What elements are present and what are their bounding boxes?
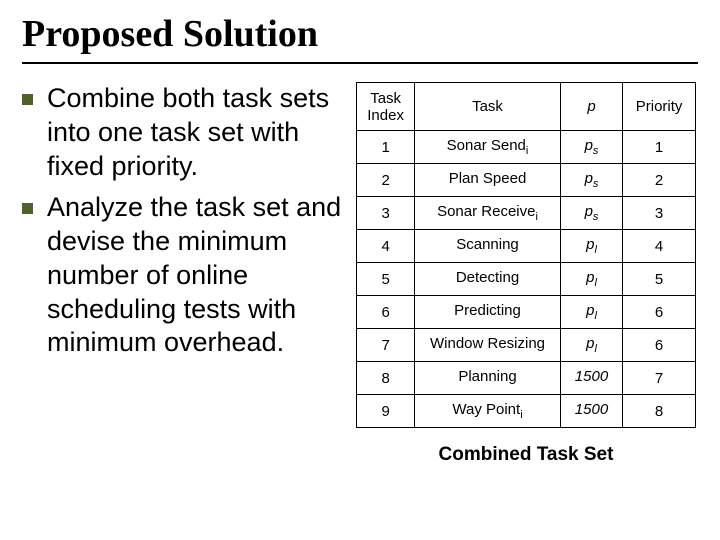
cell-task: Predicting	[415, 296, 561, 329]
cell-priority: 6	[623, 329, 696, 362]
task-sub: i	[535, 211, 537, 223]
p-sub: l	[594, 343, 596, 355]
p-base: p	[585, 137, 593, 154]
task-name: Sonar Receive	[437, 203, 535, 220]
cell-index: 7	[357, 329, 415, 362]
p-sub: l	[594, 310, 596, 322]
cell-priority: 1	[623, 131, 696, 164]
cell-index: 4	[357, 230, 415, 263]
cell-priority: 4	[623, 230, 696, 263]
p-sub: s	[593, 178, 599, 190]
table-caption: Combined Task Set	[439, 444, 614, 466]
cell-p: ps	[560, 131, 622, 164]
p-sub: l	[594, 277, 596, 289]
cell-p: pl	[560, 230, 622, 263]
cell-task: Sonar Receivei	[415, 197, 561, 230]
task-sub: i	[526, 145, 528, 157]
cell-p: ps	[560, 164, 622, 197]
col-task: Task	[415, 83, 561, 131]
slide: Proposed Solution Combine both task sets…	[0, 0, 720, 540]
task-name: Window Resizing	[430, 335, 545, 352]
cell-priority: 7	[623, 362, 696, 395]
p-sub: l	[594, 244, 596, 256]
task-name: Detecting	[456, 269, 519, 286]
task-name: Plan Speed	[449, 170, 527, 187]
list-item: Combine both task sets into one task set…	[22, 82, 342, 183]
cell-priority: 3	[623, 197, 696, 230]
col-priority: Priority	[623, 83, 696, 131]
task-name: Predicting	[454, 302, 521, 319]
cell-task: Scanning	[415, 230, 561, 263]
cell-p: 1500	[560, 362, 622, 395]
task-table: Task Index Task p Priority 1 Sonar Sendi…	[356, 82, 696, 428]
task-name: Planning	[458, 368, 516, 385]
cell-priority: 6	[623, 296, 696, 329]
bullet-text: Analyze the task set and devise the mini…	[47, 191, 342, 360]
cell-index: 2	[357, 164, 415, 197]
p-base: p	[585, 203, 593, 220]
slide-title: Proposed Solution	[22, 12, 698, 64]
cell-task: Window Resizing	[415, 329, 561, 362]
table-column: Task Index Task p Priority 1 Sonar Sendi…	[356, 82, 696, 466]
cell-index: 9	[357, 395, 415, 428]
cell-p: ps	[560, 197, 622, 230]
table-row: 1 Sonar Sendi ps 1	[357, 131, 696, 164]
table-row: 6 Predicting pl 6	[357, 296, 696, 329]
p-plain: 1500	[575, 368, 608, 385]
table-row: 9 Way Pointi 1500 8	[357, 395, 696, 428]
bullet-list: Combine both task sets into one task set…	[22, 82, 342, 360]
task-name: Sonar Send	[447, 137, 526, 154]
col-p: p	[560, 83, 622, 131]
table-row: 5 Detecting pl 5	[357, 263, 696, 296]
list-item: Analyze the task set and devise the mini…	[22, 191, 342, 360]
bullet-square-icon	[22, 203, 33, 214]
p-base: p	[585, 170, 593, 187]
p-plain: 1500	[575, 401, 608, 418]
table-row: 2 Plan Speed ps 2	[357, 164, 696, 197]
task-name: Scanning	[456, 236, 519, 253]
cell-index: 3	[357, 197, 415, 230]
cell-priority: 5	[623, 263, 696, 296]
cell-priority: 2	[623, 164, 696, 197]
cell-p: 1500	[560, 395, 622, 428]
table-body: 1 Sonar Sendi ps 1 2 Plan Speed ps 2 3 S…	[357, 131, 696, 428]
slide-body: Combine both task sets into one task set…	[22, 82, 698, 466]
cell-task: Way Pointi	[415, 395, 561, 428]
bullet-text: Combine both task sets into one task set…	[47, 82, 342, 183]
cell-p: pl	[560, 329, 622, 362]
cell-task: Sonar Sendi	[415, 131, 561, 164]
p-sub: s	[593, 211, 599, 223]
col-task-index: Task Index	[357, 83, 415, 131]
bullet-square-icon	[22, 94, 33, 105]
task-sub: i	[520, 409, 522, 421]
cell-p: pl	[560, 296, 622, 329]
cell-index: 5	[357, 263, 415, 296]
bullet-column: Combine both task sets into one task set…	[22, 82, 342, 466]
cell-index: 6	[357, 296, 415, 329]
table-row: 4 Scanning pl 4	[357, 230, 696, 263]
cell-index: 1	[357, 131, 415, 164]
cell-task: Detecting	[415, 263, 561, 296]
cell-task: Planning	[415, 362, 561, 395]
cell-priority: 8	[623, 395, 696, 428]
table-header-row: Task Index Task p Priority	[357, 83, 696, 131]
cell-task: Plan Speed	[415, 164, 561, 197]
cell-index: 8	[357, 362, 415, 395]
table-row: 3 Sonar Receivei ps 3	[357, 197, 696, 230]
table-row: 7 Window Resizing pl 6	[357, 329, 696, 362]
cell-p: pl	[560, 263, 622, 296]
p-sub: s	[593, 145, 599, 157]
col-p-label: p	[587, 98, 595, 115]
table-row: 8 Planning 1500 7	[357, 362, 696, 395]
task-name: Way Point	[452, 401, 520, 418]
